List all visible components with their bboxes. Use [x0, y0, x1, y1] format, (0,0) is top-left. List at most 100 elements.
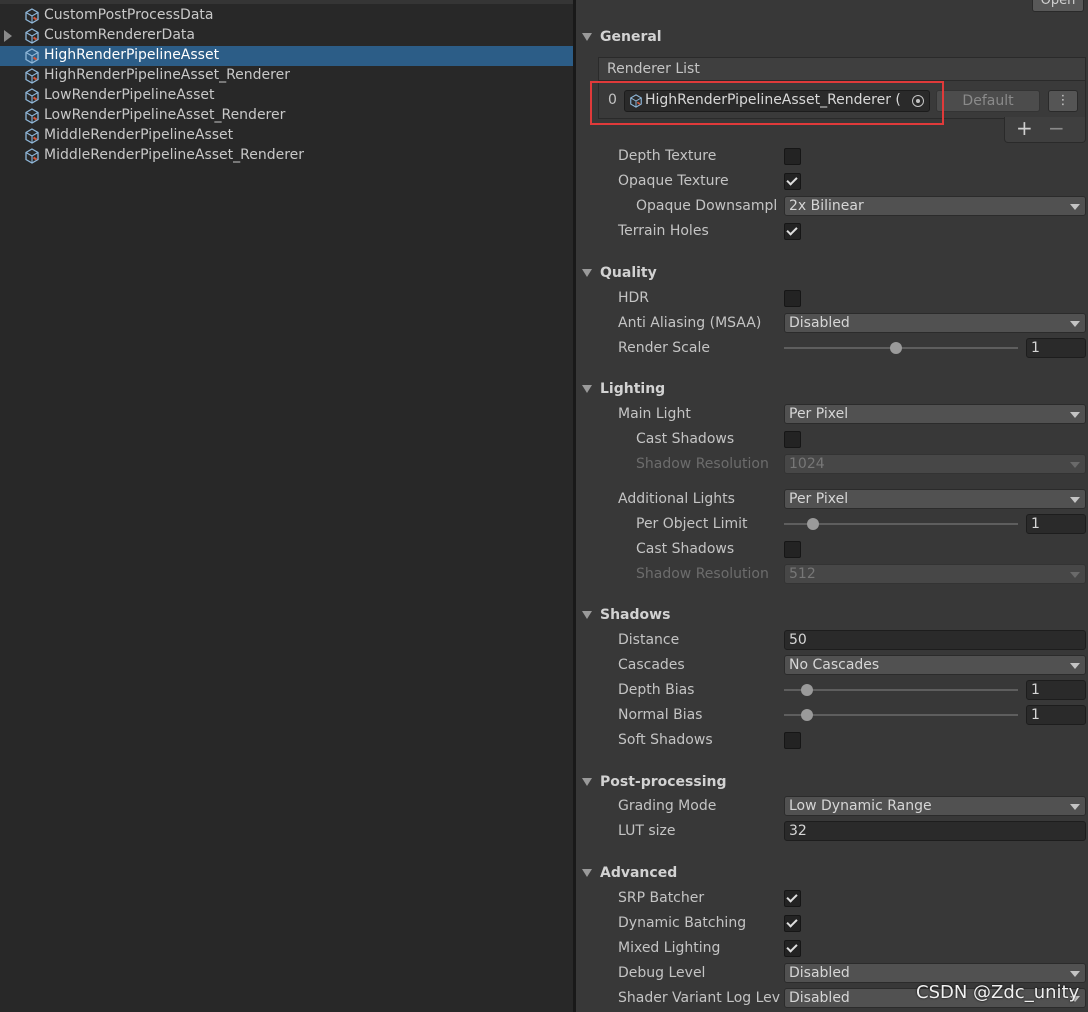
- dropdown-arrow-icon: [1070, 321, 1080, 327]
- asset-item[interactable]: CustomPostProcessData: [0, 6, 573, 26]
- dynamic-batching-checkbox[interactable]: [784, 915, 801, 932]
- section-title: Shadows: [600, 607, 671, 623]
- scriptable-object-icon: [25, 28, 39, 44]
- scriptable-object-icon: [25, 68, 39, 84]
- dropdown-value: Per Pixel: [789, 406, 849, 422]
- msaa-label: Anti Aliasing (MSAA): [618, 315, 762, 331]
- expand-arrow-icon[interactable]: [4, 30, 12, 42]
- asset-item[interactable]: HighRenderPipelineAsset_Renderer: [0, 66, 573, 86]
- additional-shadow-resolution-dropdown: 512: [784, 564, 1086, 584]
- dropdown-value: Per Pixel: [789, 491, 849, 507]
- project-panel: CustomPostProcessData CustomRendererData H…: [0, 0, 574, 1012]
- dropdown-arrow-icon: [1070, 462, 1080, 468]
- debug-level-dropdown[interactable]: Disabled: [784, 963, 1086, 983]
- foldout-arrow-icon: [582, 869, 592, 877]
- section-advanced[interactable]: Advanced: [582, 865, 677, 881]
- foldout-arrow-icon: [582, 611, 592, 619]
- default-renderer-button[interactable]: Default: [936, 90, 1040, 112]
- render-scale-field[interactable]: 1: [1026, 338, 1086, 358]
- opaque-downsampling-dropdown[interactable]: 2x Bilinear: [784, 196, 1086, 216]
- grading-mode-label: Grading Mode: [618, 798, 717, 814]
- section-title: Quality: [600, 265, 657, 281]
- per-object-limit-field[interactable]: 1: [1026, 514, 1086, 534]
- watermark: CSDN @Zdc_unity: [916, 982, 1080, 1003]
- foldout-arrow-icon: [582, 385, 592, 393]
- additional-lights-dropdown[interactable]: Per Pixel: [784, 489, 1086, 509]
- foldout-arrow-icon: [582, 269, 592, 277]
- soft-shadows-checkbox[interactable]: [784, 732, 801, 749]
- asset-label: CustomRendererData: [44, 27, 195, 43]
- renderer-list-header[interactable]: Renderer List: [598, 57, 1086, 81]
- opaque-texture-checkbox[interactable]: [784, 173, 801, 190]
- per-object-limit-label: Per Object Limit: [636, 516, 748, 532]
- section-quality[interactable]: Quality: [582, 265, 657, 281]
- per-object-limit-slider-thumb[interactable]: [807, 518, 820, 530]
- render-scale-slider-thumb[interactable]: [890, 342, 903, 354]
- per-object-limit-slider-track[interactable]: [784, 523, 1018, 525]
- scriptable-object-icon: [25, 48, 39, 64]
- asset-item[interactable]: MiddleRenderPipelineAsset_Renderer: [0, 146, 573, 166]
- renderer-menu-icon[interactable]: ⋮: [1048, 90, 1078, 112]
- depth-bias-field[interactable]: 1: [1026, 680, 1086, 700]
- asset-item[interactable]: LowRenderPipelineAsset: [0, 86, 573, 106]
- asset-label: MiddleRenderPipelineAsset: [44, 127, 234, 143]
- mixed-lighting-checkbox[interactable]: [784, 940, 801, 957]
- additional-shadow-resolution-label: Shadow Resolution: [636, 566, 769, 582]
- dropdown-arrow-icon: [1070, 497, 1080, 503]
- asset-item[interactable]: HighRenderPipelineAsset: [0, 46, 573, 66]
- scriptable-object-icon: [25, 148, 39, 164]
- normal-bias-slider-thumb[interactable]: [801, 709, 814, 721]
- soft-shadows-label: Soft Shadows: [618, 732, 713, 748]
- main-shadow-resolution-label: Shadow Resolution: [636, 456, 769, 472]
- grading-mode-dropdown[interactable]: Low Dynamic Range: [784, 796, 1086, 816]
- dropdown-value: Disabled: [789, 965, 850, 981]
- main-cast-shadows-checkbox[interactable]: [784, 431, 801, 448]
- section-lighting[interactable]: Lighting: [582, 381, 665, 397]
- foldout-arrow-icon: [582, 33, 592, 41]
- open-button[interactable]: Open: [1032, 0, 1084, 12]
- asset-label: CustomPostProcessData: [44, 7, 214, 23]
- terrain-holes-checkbox[interactable]: [784, 223, 801, 240]
- dropdown-value: Low Dynamic Range: [789, 798, 932, 814]
- section-shadows[interactable]: Shadows: [582, 607, 670, 623]
- cascades-dropdown[interactable]: No Cascades: [784, 655, 1086, 675]
- additional-cast-shadows-checkbox[interactable]: [784, 541, 801, 558]
- section-title: Post-processing: [600, 774, 727, 790]
- depth-texture-checkbox[interactable]: [784, 148, 801, 165]
- srp-batcher-checkbox[interactable]: [784, 890, 801, 907]
- main-cast-shadows-label: Cast Shadows: [636, 431, 735, 447]
- depth-bias-slider-track[interactable]: [784, 689, 1018, 691]
- dropdown-value: Disabled: [789, 990, 850, 1006]
- distance-field[interactable]: 50: [784, 630, 1086, 650]
- dropdown-value: 1024: [789, 456, 825, 472]
- asset-label: LowRenderPipelineAsset_Renderer: [44, 107, 286, 123]
- asset-label: LowRenderPipelineAsset: [44, 87, 215, 103]
- dropdown-value: Disabled: [789, 315, 850, 331]
- render-scale-label: Render Scale: [618, 340, 710, 356]
- asset-item[interactable]: LowRenderPipelineAsset_Renderer: [0, 106, 573, 126]
- depth-bias-slider-thumb[interactable]: [801, 684, 814, 696]
- remove-renderer-button[interactable]: −: [1048, 116, 1065, 140]
- dropdown-arrow-icon: [1070, 572, 1080, 578]
- main-light-dropdown[interactable]: Per Pixel: [784, 404, 1086, 424]
- add-renderer-button[interactable]: +: [1016, 116, 1033, 140]
- asset-label: MiddleRenderPipelineAsset_Renderer: [44, 147, 305, 163]
- section-post-processing[interactable]: Post-processing: [582, 774, 727, 790]
- scriptable-object-icon: [25, 108, 39, 124]
- dropdown-arrow-icon: [1070, 412, 1080, 418]
- asset-item[interactable]: CustomRendererData: [0, 26, 573, 46]
- hdr-checkbox[interactable]: [784, 290, 801, 307]
- section-general[interactable]: General: [582, 29, 662, 45]
- normal-bias-field[interactable]: 1: [1026, 705, 1086, 725]
- shader-variant-log-label: Shader Variant Log Lev: [618, 990, 781, 1006]
- dropdown-arrow-icon: [1070, 804, 1080, 810]
- dropdown-value: 2x Bilinear: [789, 198, 864, 214]
- asset-item[interactable]: MiddleRenderPipelineAsset: [0, 126, 573, 146]
- msaa-dropdown[interactable]: Disabled: [784, 313, 1086, 333]
- asset-label: HighRenderPipelineAsset: [44, 47, 220, 63]
- distance-label: Distance: [618, 632, 680, 648]
- lut-size-field[interactable]: 32: [784, 821, 1086, 841]
- main-light-label: Main Light: [618, 406, 691, 422]
- foldout-arrow-icon: [582, 778, 592, 786]
- normal-bias-slider-track[interactable]: [784, 714, 1018, 716]
